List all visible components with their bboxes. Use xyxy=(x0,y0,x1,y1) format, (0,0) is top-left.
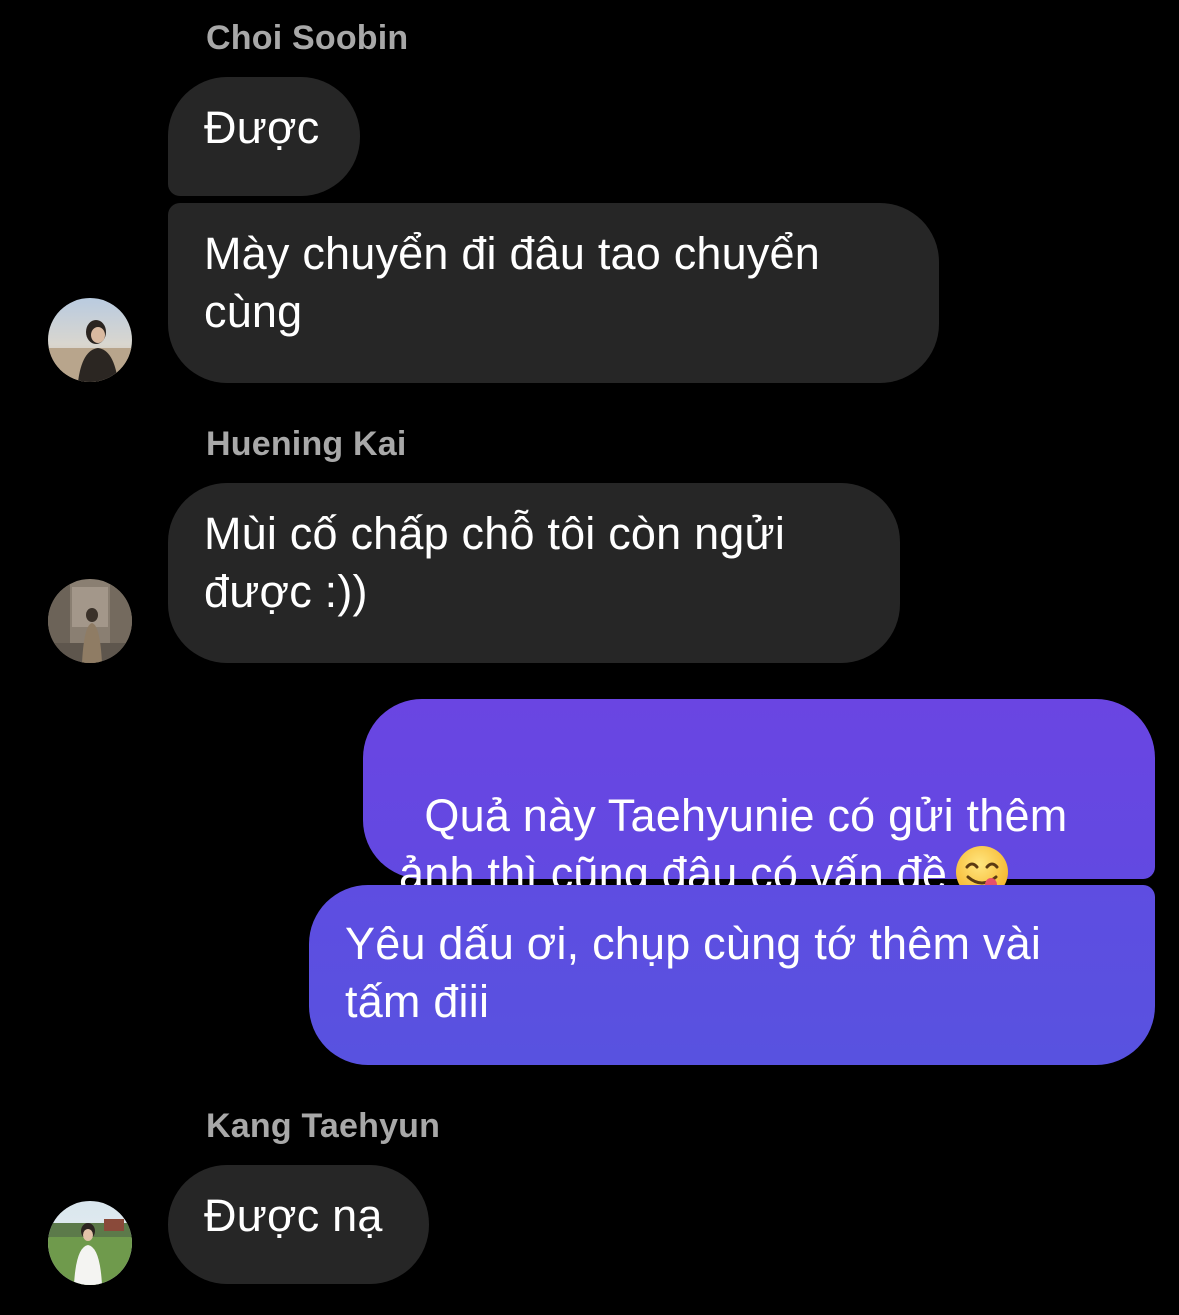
message-bubble-incoming[interactable]: Mùi cố chấp chỗ tôi còn ngửi được :)) xyxy=(168,483,900,663)
avatar-soobin[interactable] xyxy=(48,298,132,382)
message-bubble-incoming[interactable]: Mày chuyển đi đâu tao chuyển cùng xyxy=(168,203,939,383)
avatar-hueningkai[interactable] xyxy=(48,579,132,663)
message-bubble-outgoing[interactable]: Quả này Taehyunie có gửi thêm ảnh thì cũ… xyxy=(363,699,1155,899)
sender-name-choi-soobin: Choi Soobin xyxy=(206,19,409,57)
sender-name-huening-kai: Huening Kai xyxy=(206,425,407,463)
message-bubble-incoming[interactable]: Được nạ xyxy=(168,1165,429,1284)
sender-name-kang-taehyun: Kang Taehyun xyxy=(206,1107,441,1145)
message-bubble-incoming[interactable]: Được xyxy=(168,77,360,196)
message-bubble-outgoing[interactable]: Yêu dấu ơi, chụp cùng tớ thêm vài tấm đi… xyxy=(309,885,1155,1065)
avatar-taehyun[interactable] xyxy=(48,1201,132,1285)
